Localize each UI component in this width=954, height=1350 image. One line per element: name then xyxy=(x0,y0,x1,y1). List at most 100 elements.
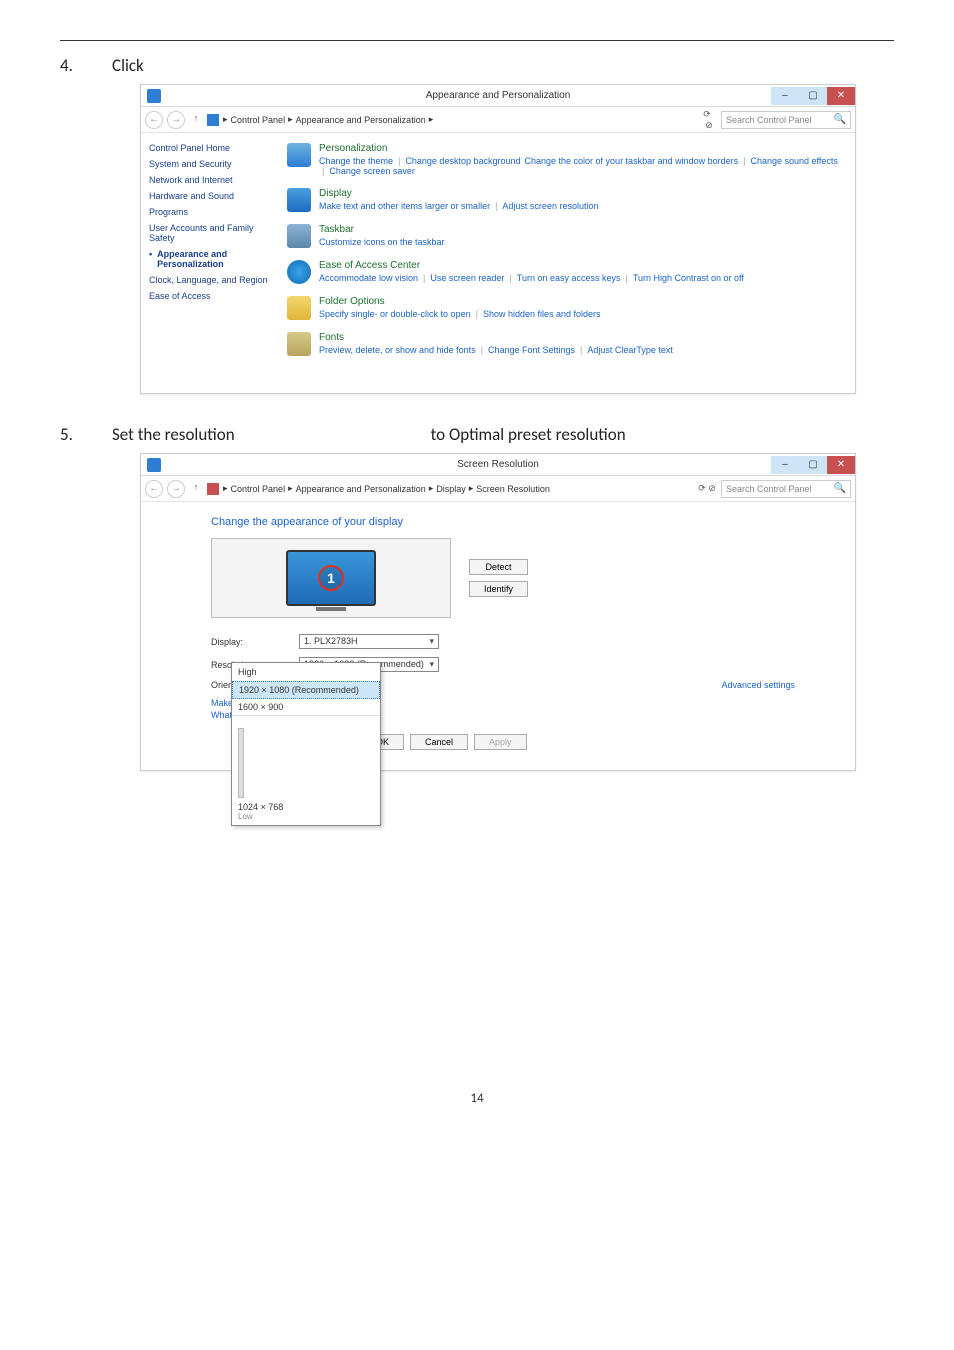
chevron-down-icon: ▾ xyxy=(429,659,434,670)
display-preview[interactable]: 1 xyxy=(211,538,451,618)
titlebar: Appearance and Personalization – ▢ ✕ xyxy=(141,85,855,107)
step-text-b: to Optimal preset resolution xyxy=(431,424,626,445)
link-change-saver[interactable]: Change screen saver xyxy=(329,166,415,176)
sidebar-item-network[interactable]: Network and Internet xyxy=(149,175,273,185)
link-click-open[interactable]: Specify single- or double-click to open xyxy=(319,309,471,319)
resolution-dropdown[interactable]: High 1920 × 1080 (Recommended) 1600 × 90… xyxy=(231,662,381,826)
link-change-color[interactable]: Change the color of your taskbar and win… xyxy=(525,156,739,166)
folder-icon xyxy=(287,296,311,320)
link-easy-keys[interactable]: Turn on easy access keys xyxy=(517,273,621,283)
category-fonts[interactable]: Fonts xyxy=(319,332,673,343)
dropdown-item-recommended[interactable]: 1920 × 1080 (Recommended) xyxy=(232,681,380,699)
dropdown-label-low: Low xyxy=(238,812,374,821)
advanced-settings-link[interactable]: Advanced settings xyxy=(721,680,795,690)
window-title: Appearance and Personalization xyxy=(141,90,855,101)
search-icon: 🔍 xyxy=(834,483,846,494)
link-screen-reader[interactable]: Use screen reader xyxy=(430,273,504,283)
refresh-button[interactable]: ⟳ ⊘ xyxy=(697,109,717,131)
window-icon xyxy=(147,89,161,103)
titlebar: Screen Resolution – ▢ ✕ xyxy=(141,454,855,476)
address-bar: ← → ↑ ▸ Control Panel ▸ Appearance and P… xyxy=(141,107,855,133)
taskbar-icon xyxy=(287,224,311,248)
step-number: 4. xyxy=(60,55,84,76)
window-screen-resolution: Screen Resolution – ▢ ✕ ← → ↑ ▸Control P… xyxy=(140,453,856,771)
display-label: Display: xyxy=(211,637,291,647)
sidebar-item-ease[interactable]: Ease of Access xyxy=(149,291,273,301)
link-text-size[interactable]: Make text and other items larger or smal… xyxy=(319,201,490,211)
category-folder[interactable]: Folder Options xyxy=(319,296,601,307)
link-cleartype[interactable]: Adjust ClearType text xyxy=(587,345,673,355)
address-bar: ← → ↑ ▸Control Panel ▸Appearance and Per… xyxy=(141,476,855,502)
fonts-icon xyxy=(287,332,311,356)
link-high-contrast[interactable]: Turn High Contrast on or off xyxy=(633,273,744,283)
maximize-button[interactable]: ▢ xyxy=(799,87,827,105)
dropdown-item-1600[interactable]: 1600 × 900 xyxy=(232,699,380,715)
category-taskbar[interactable]: Taskbar xyxy=(319,224,445,235)
link-font-settings[interactable]: Change Font Settings xyxy=(488,345,575,355)
page-number: 14 xyxy=(60,1091,894,1106)
display-select[interactable]: 1. PLX2783H▾ xyxy=(299,634,439,649)
breadcrumb[interactable]: ▸Control Panel ▸Appearance and Personali… xyxy=(223,483,693,494)
dropdown-item-1024[interactable]: 1024 × 768 xyxy=(238,802,374,812)
category-ease[interactable]: Ease of Access Center xyxy=(319,260,744,271)
identify-button[interactable]: Identify xyxy=(469,581,528,597)
monitor-1[interactable]: 1 xyxy=(286,550,376,606)
search-icon: 🔍 xyxy=(834,114,846,125)
forward-button[interactable]: → xyxy=(167,111,185,129)
step-number: 5. xyxy=(60,424,84,445)
close-button[interactable]: ✕ xyxy=(827,87,855,105)
detect-button[interactable]: Detect xyxy=(469,559,528,575)
window-title: Screen Resolution xyxy=(141,459,855,470)
page-heading: Change the appearance of your display xyxy=(211,516,835,528)
sidebar-item-hardware[interactable]: Hardware and Sound xyxy=(149,191,273,201)
sidebar-item-clock[interactable]: Clock, Language, and Region xyxy=(149,275,273,285)
up-button[interactable]: ↑ xyxy=(189,113,203,127)
step-5: 5. Set the resolution to Optimal preset … xyxy=(60,424,894,445)
refresh-button[interactable]: ⟳ ⊘ xyxy=(697,483,717,494)
window-appearance: Appearance and Personalization – ▢ ✕ ← →… xyxy=(140,84,856,394)
sidebar-item-users[interactable]: User Accounts and Family Safety xyxy=(149,223,273,243)
back-button[interactable]: ← xyxy=(145,111,163,129)
apply-button[interactable]: Apply xyxy=(474,734,527,750)
dropdown-label-high: High xyxy=(232,663,380,681)
control-panel-icon xyxy=(207,483,219,495)
category-personalization[interactable]: Personalization xyxy=(319,143,845,154)
cancel-button[interactable]: Cancel xyxy=(410,734,468,750)
search-input[interactable]: Search Control Panel 🔍 xyxy=(721,480,851,498)
link-hidden-files[interactable]: Show hidden files and folders xyxy=(483,309,601,319)
step-4: 4. Click xyxy=(60,55,894,76)
link-change-bg[interactable]: Change desktop background xyxy=(405,156,520,166)
maximize-button[interactable]: ▢ xyxy=(799,456,827,474)
link-change-theme[interactable]: Change the theme xyxy=(319,156,393,166)
sidebar-item-system[interactable]: System and Security xyxy=(149,159,273,169)
up-button[interactable]: ↑ xyxy=(189,482,203,496)
minimize-button[interactable]: – xyxy=(771,87,799,105)
category-display[interactable]: Display xyxy=(319,188,598,199)
link-adjust-resolution[interactable]: Adjust screen resolution xyxy=(502,201,598,211)
main-content: Personalization Change the theme| Change… xyxy=(281,133,855,393)
search-input[interactable]: Search Control Panel 🔍 xyxy=(721,111,851,129)
minimize-button[interactable]: – xyxy=(771,456,799,474)
breadcrumb[interactable]: ▸ Control Panel ▸ Appearance and Persona… xyxy=(223,114,693,125)
sidebar: Control Panel Home System and Security N… xyxy=(141,133,281,393)
step-text: Click xyxy=(112,55,144,76)
link-preview-fonts[interactable]: Preview, delete, or show and hide fonts xyxy=(319,345,476,355)
forward-button[interactable]: → xyxy=(167,480,185,498)
link-taskbar-icons[interactable]: Customize icons on the taskbar xyxy=(319,237,445,247)
personalization-icon xyxy=(287,143,311,167)
sidebar-item-home[interactable]: Control Panel Home xyxy=(149,143,273,153)
monitor-number-badge: 1 xyxy=(318,565,344,591)
resolution-slider[interactable] xyxy=(238,728,244,798)
link-low-vision[interactable]: Accommodate low vision xyxy=(319,273,418,283)
display-icon xyxy=(287,188,311,212)
step-text-a: Set the resolution xyxy=(112,424,235,445)
sidebar-item-appearance[interactable]: Appearance and Personalization xyxy=(149,249,273,269)
close-button[interactable]: ✕ xyxy=(827,456,855,474)
sidebar-item-programs[interactable]: Programs xyxy=(149,207,273,217)
control-panel-icon xyxy=(207,114,219,126)
chevron-down-icon: ▾ xyxy=(429,636,434,647)
back-button[interactable]: ← xyxy=(145,480,163,498)
link-change-sounds[interactable]: Change sound effects xyxy=(750,156,837,166)
window-icon xyxy=(147,458,161,472)
ease-icon xyxy=(287,260,311,284)
